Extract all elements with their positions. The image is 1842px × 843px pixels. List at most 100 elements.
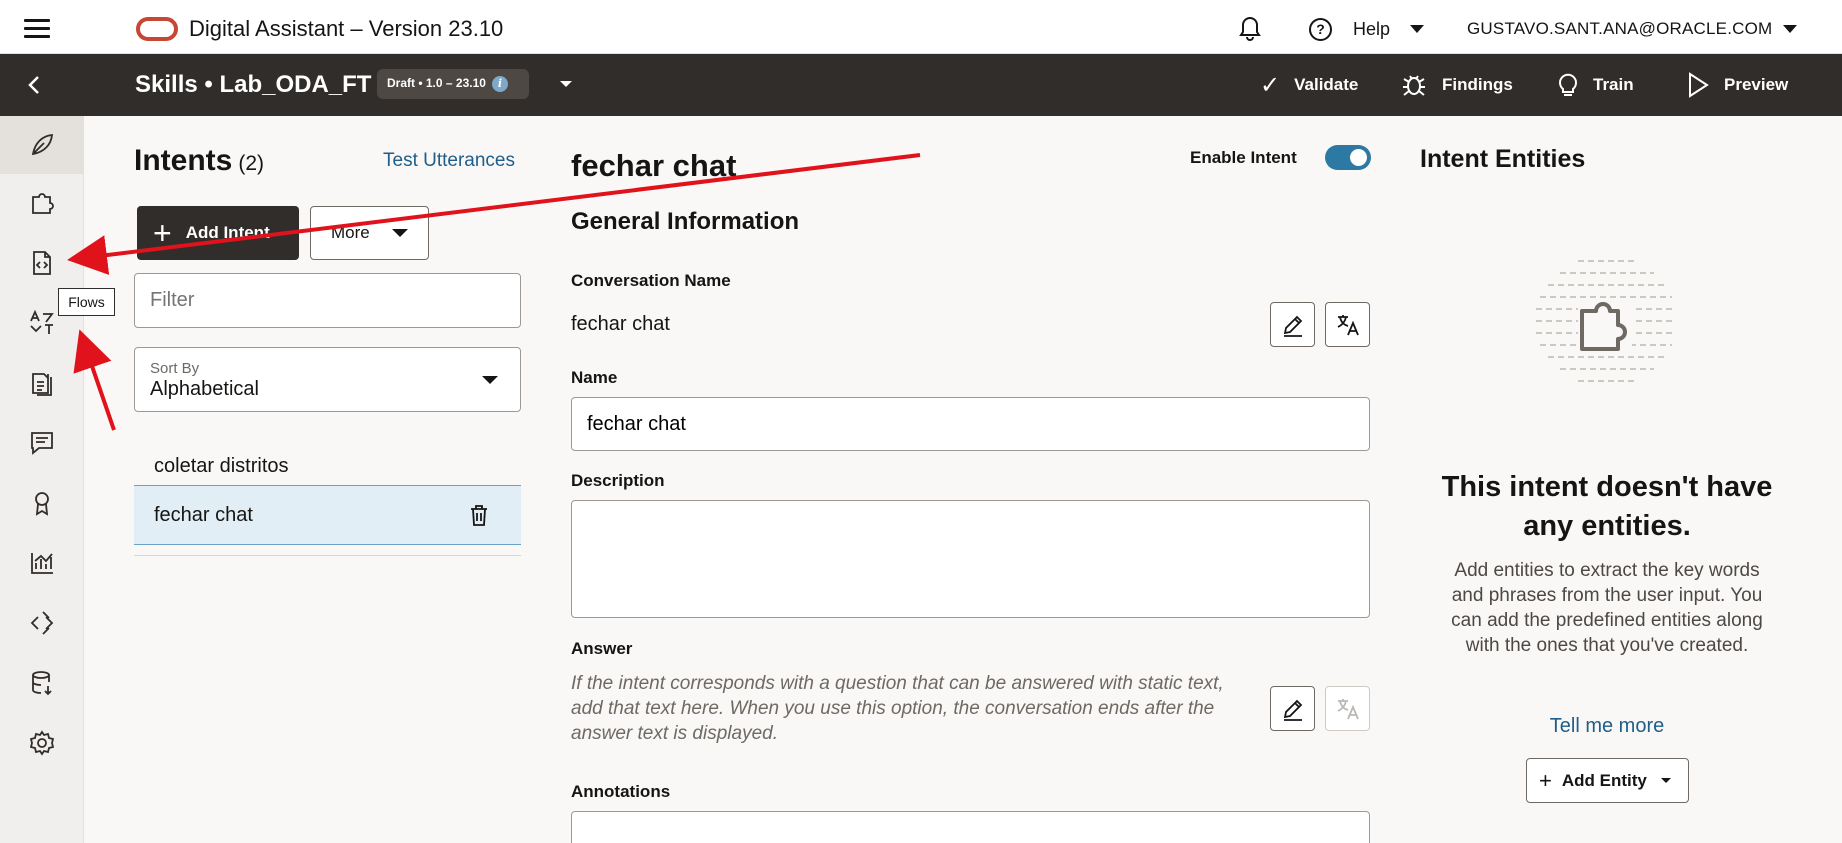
app-title: Digital Assistant – Version 23.10	[189, 16, 504, 41]
bug-icon	[1403, 75, 1425, 96]
flows-icon	[32, 251, 51, 275]
rail-item-insights[interactable]	[0, 534, 83, 592]
rail-item-entities[interactable]	[0, 174, 83, 232]
findings-label: Findings	[1442, 75, 1513, 94]
puzzle-icon	[31, 193, 54, 214]
toggle-knob	[1350, 149, 1367, 166]
pencil-icon	[1283, 699, 1302, 721]
translate-answer-button	[1325, 686, 1370, 731]
rail-item-flows[interactable]	[0, 234, 83, 292]
user-caret-icon[interactable]	[1783, 25, 1797, 33]
no-entities-title: This intent doesn't have any entities.	[1441, 471, 1773, 542]
rail-item-quality[interactable]	[0, 474, 83, 532]
more-menu-button[interactable]: More	[310, 206, 429, 260]
user-menu[interactable]: GUSTAVO.SANT.ANA@ORACLE.COM	[1467, 19, 1772, 39]
more-label: More	[331, 223, 370, 242]
sort-by-value: Alphabetical	[150, 378, 259, 400]
help-caret-icon[interactable]	[1410, 25, 1424, 33]
top-bar: Digital Assistant – Version 23.10 ? Help…	[0, 0, 1842, 54]
analytics-icon	[30, 553, 53, 574]
translate-icon	[1337, 314, 1359, 335]
trash-icon[interactable]	[469, 504, 489, 526]
info-icon[interactable]: i	[491, 76, 508, 92]
name-input[interactable]	[571, 397, 1370, 451]
back-chevron-icon[interactable]	[24, 74, 46, 96]
intent-name-heading: fechar chat	[571, 148, 737, 183]
rail-item-settings[interactable]	[0, 714, 83, 772]
train-button[interactable]: Train	[1557, 68, 1634, 102]
translate-icon	[1337, 698, 1359, 719]
help-icon[interactable]: ?	[1309, 18, 1332, 41]
left-nav-rail	[0, 116, 84, 843]
validate-label: Validate	[1294, 75, 1359, 94]
general-information-heading: General Information	[571, 208, 800, 235]
annotation-arrow-to-tooltip	[73, 329, 116, 431]
chat-icon	[30, 432, 53, 455]
gear-icon	[29, 730, 54, 756]
conversation-name-label: Conversation Name	[571, 271, 731, 290]
findings-button[interactable]: Findings	[1400, 68, 1513, 102]
plus-icon: +	[1539, 767, 1552, 793]
edit-conversation-name-button[interactable]	[1270, 302, 1315, 347]
database-icon	[31, 671, 52, 696]
chevron-down-icon	[482, 376, 498, 384]
translate-icon	[29, 309, 54, 334]
help-menu[interactable]: Help	[1353, 19, 1390, 40]
checkmark-icon: ✓	[1260, 71, 1281, 99]
chevron-down-icon	[391, 229, 408, 237]
notifications-bell-icon[interactable]	[1237, 13, 1263, 41]
test-utterances-link[interactable]: Test Utterances	[383, 150, 515, 172]
flows-tooltip: Flows	[58, 288, 115, 316]
description-label: Description	[571, 471, 665, 490]
hamburger-menu-icon[interactable]	[24, 19, 50, 38]
intent-label: coletar distritos	[154, 455, 289, 477]
translate-conversation-name-button[interactable]	[1325, 302, 1370, 347]
puzzle-illustration-icon	[1536, 260, 1676, 382]
intents-title: Intents	[134, 144, 233, 177]
code-icon	[30, 611, 53, 635]
version-badge-label: Draft • 1.0 – 23.10	[387, 76, 486, 90]
version-badge: Draft • 1.0 – 23.10 i	[377, 69, 529, 99]
rail-item-documents[interactable]	[0, 354, 83, 412]
intents-heading: Intents (2)	[134, 144, 264, 178]
description-textarea[interactable]	[571, 500, 1370, 618]
intent-label: fechar chat	[154, 504, 253, 526]
skill-header: Skills • Lab_ODA_FT Draft • 1.0 – 23.10 i…	[0, 54, 1842, 116]
sort-by-select[interactable]: Sort By Alphabetical	[134, 347, 521, 412]
conversation-name-value: fechar chat	[571, 313, 670, 335]
skill-menu-caret-icon[interactable]	[560, 81, 572, 87]
preview-label: Preview	[1724, 75, 1789, 94]
answer-placeholder[interactable]: If the intent corresponds with a questio…	[571, 671, 1251, 746]
rail-item-integrations[interactable]	[0, 594, 83, 652]
annotations-input[interactable]	[571, 811, 1370, 843]
enable-intent-label: Enable Intent	[1190, 148, 1297, 167]
play-icon	[1689, 72, 1709, 98]
rail-item-conversations[interactable]	[0, 414, 83, 472]
validate-button[interactable]: ✓ Validate	[1260, 68, 1358, 102]
documents-icon	[31, 373, 52, 396]
preview-button[interactable]: Preview	[1686, 68, 1788, 102]
edit-answer-button[interactable]	[1270, 686, 1315, 731]
leaf-icon	[31, 133, 53, 156]
pencil-icon	[1283, 315, 1302, 337]
add-entity-button[interactable]: + Add Entity	[1526, 758, 1689, 803]
plus-icon: +	[153, 215, 172, 251]
add-intent-label: Add Intent	[185, 223, 270, 242]
annotations-label: Annotations	[571, 782, 671, 801]
answer-label: Answer	[571, 639, 633, 658]
no-entities-description: Add entities to extract the key words an…	[1451, 560, 1763, 656]
add-intent-button[interactable]: + Add Intent	[137, 206, 299, 260]
sort-by-label: Sort By	[150, 360, 200, 377]
filter-input[interactable]	[134, 273, 521, 328]
intent-list-item-selected[interactable]: fechar chat	[134, 485, 521, 545]
name-label: Name	[571, 368, 618, 387]
rail-item-intents[interactable]	[0, 116, 83, 174]
intents-count: (2)	[238, 152, 265, 175]
rail-item-data[interactable]	[0, 654, 83, 712]
badge-icon	[34, 492, 49, 516]
enable-intent-toggle[interactable]	[1325, 145, 1371, 170]
tell-me-more-link[interactable]: Tell me more	[1420, 715, 1794, 738]
oracle-logo	[136, 17, 178, 41]
skill-title: Skills • Lab_ODA_FT	[135, 71, 372, 98]
chevron-down-icon	[1660, 778, 1671, 783]
